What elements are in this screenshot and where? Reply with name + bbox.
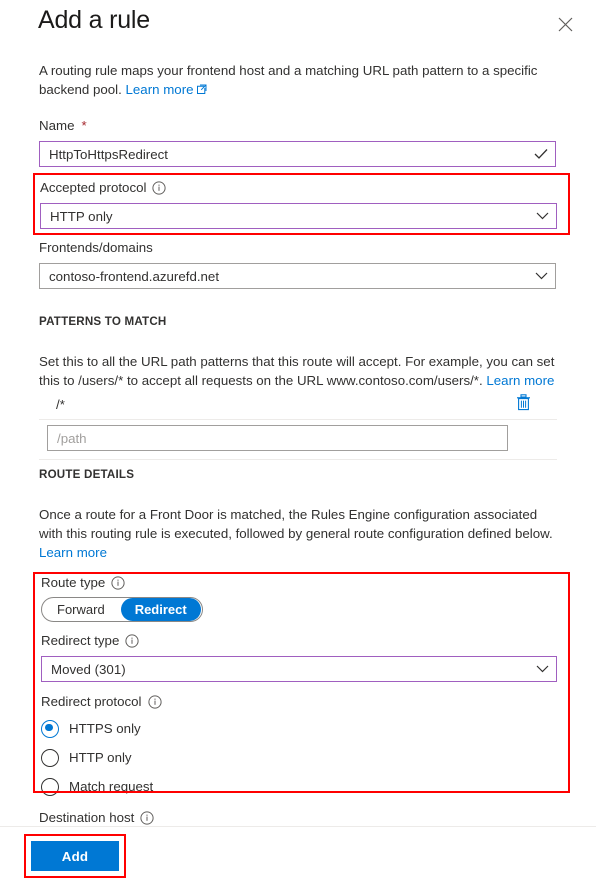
close-icon bbox=[558, 17, 573, 32]
redirect-protocol-option-match-request[interactable]: Match request bbox=[41, 772, 162, 801]
info-icon[interactable] bbox=[125, 634, 139, 648]
redirect-protocol-label: Redirect protocol bbox=[41, 694, 162, 710]
add-button[interactable]: Add bbox=[31, 841, 119, 871]
route-details-learn-more-link[interactable]: Learn more bbox=[39, 545, 107, 560]
pattern-row: /* bbox=[39, 393, 531, 415]
chevron-down-icon[interactable] bbox=[536, 665, 549, 673]
accepted-protocol-select[interactable] bbox=[40, 203, 557, 229]
route-type-toggle: Forward Redirect bbox=[41, 597, 203, 622]
intro-learn-more-link[interactable]: Learn more bbox=[126, 82, 194, 97]
delete-pattern-button[interactable] bbox=[516, 394, 531, 414]
trash-icon bbox=[516, 394, 531, 414]
patterns-description-text: Set this to all the URL path patterns th… bbox=[39, 354, 555, 388]
radio-icon bbox=[41, 777, 59, 796]
intro-description: A routing rule maps your frontend host a… bbox=[39, 61, 555, 100]
name-field-group: Name * bbox=[39, 118, 556, 167]
route-details-description-text: Once a route for a Front Door is matched… bbox=[39, 507, 553, 541]
redirect-protocol-option-http-only[interactable]: HTTP only bbox=[41, 743, 162, 772]
patterns-learn-more-link[interactable]: Learn more bbox=[486, 373, 554, 388]
chevron-down-icon[interactable] bbox=[535, 272, 548, 280]
route-type-option-redirect[interactable]: Redirect bbox=[120, 598, 201, 621]
route-details-description: Once a route for a Front Door is matched… bbox=[39, 505, 557, 562]
required-asterisk: * bbox=[81, 118, 87, 133]
route-type-label: Route type bbox=[41, 575, 203, 591]
frontends-select[interactable] bbox=[39, 263, 556, 289]
new-pattern-input[interactable] bbox=[47, 425, 508, 451]
redirect-type-select[interactable] bbox=[41, 656, 557, 682]
patterns-description: Set this to all the URL path patterns th… bbox=[39, 352, 557, 390]
close-button[interactable] bbox=[551, 10, 579, 38]
footer-divider bbox=[0, 826, 596, 827]
intro-text: A routing rule maps your frontend host a… bbox=[39, 63, 538, 97]
radio-icon bbox=[41, 719, 59, 738]
page-title: Add a rule bbox=[38, 6, 150, 34]
info-icon[interactable] bbox=[147, 695, 162, 709]
redirect-protocol-option-https-only[interactable]: HTTPS only bbox=[41, 714, 162, 743]
info-icon[interactable] bbox=[111, 576, 125, 590]
patterns-section-divider bbox=[39, 459, 557, 460]
route-type-option-forward[interactable]: Forward bbox=[43, 598, 119, 621]
accepted-protocol-label: Accepted protocol bbox=[40, 180, 557, 196]
redirect-protocol-group: Redirect protocol HTTPS only HTTP only M… bbox=[41, 694, 162, 801]
external-link-icon bbox=[196, 81, 207, 100]
info-icon[interactable] bbox=[140, 811, 154, 825]
accepted-protocol-group: Accepted protocol bbox=[40, 180, 557, 229]
destination-host-group: Destination host bbox=[39, 810, 154, 826]
redirect-type-label: Redirect type bbox=[41, 633, 557, 649]
route-type-group: Route type Forward Redirect bbox=[41, 575, 203, 622]
name-label: Name * bbox=[39, 118, 87, 133]
add-rule-panel: Add a rule A routing rule maps your fron… bbox=[0, 0, 596, 889]
redirect-type-group: Redirect type bbox=[41, 633, 557, 682]
patterns-section-title: PATTERNS TO MATCH bbox=[39, 315, 167, 328]
chevron-down-icon[interactable] bbox=[536, 212, 549, 220]
pattern-value: /* bbox=[56, 396, 65, 412]
route-details-section-title: ROUTE DETAILS bbox=[39, 468, 135, 481]
pattern-divider bbox=[39, 419, 557, 420]
frontends-label: Frontends/domains bbox=[39, 240, 153, 255]
dialog-header: Add a rule bbox=[0, 0, 596, 52]
radio-icon bbox=[41, 748, 59, 767]
name-input[interactable] bbox=[39, 141, 556, 167]
info-icon[interactable] bbox=[152, 181, 167, 195]
frontends-group: Frontends/domains bbox=[39, 240, 556, 289]
destination-host-label: Destination host bbox=[39, 810, 154, 826]
